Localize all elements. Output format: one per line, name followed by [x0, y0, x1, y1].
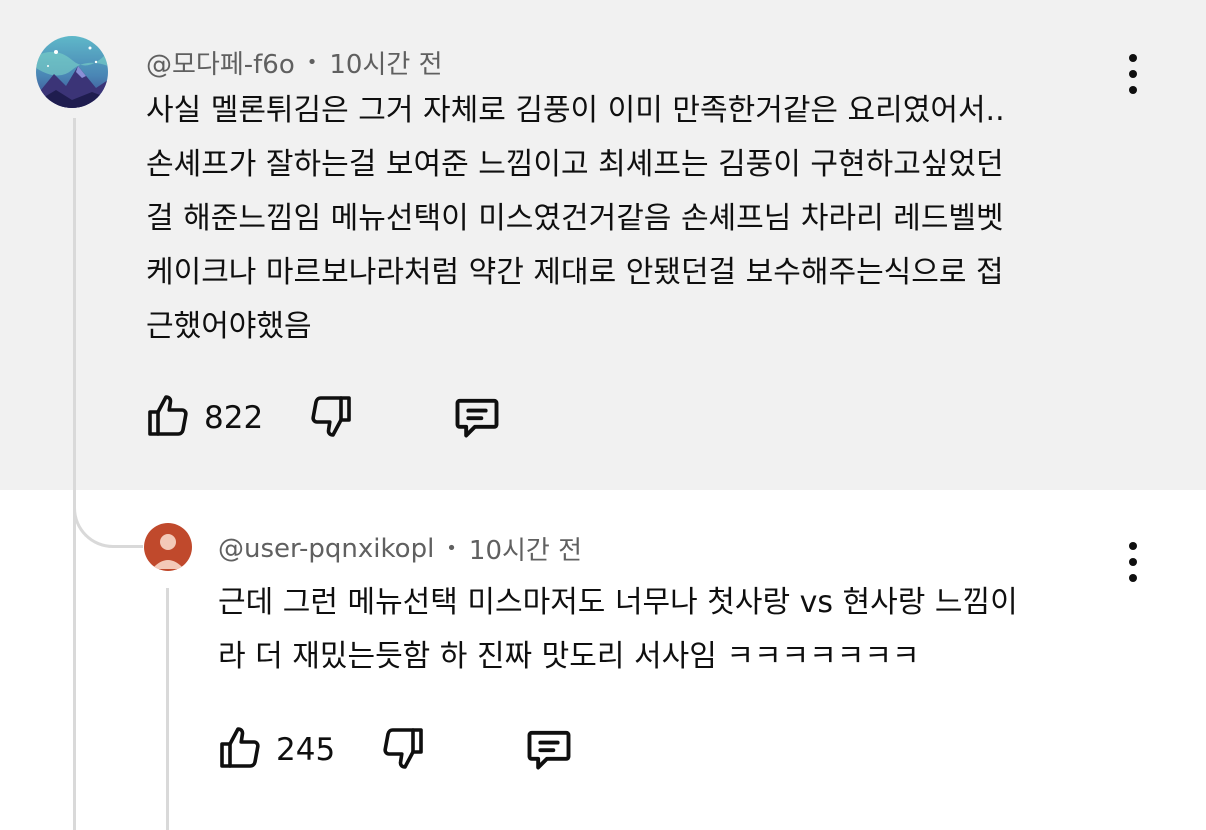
reply-line: 근데 그런 메뉴선택 미스마저도 너무나 첫사랑 vs 현사랑 느낌이 — [218, 585, 1018, 620]
comment-icon — [527, 730, 571, 770]
like-button[interactable] — [144, 392, 192, 444]
comment-icon — [455, 398, 499, 438]
thumbs-down-icon — [383, 728, 423, 769]
thread-connector — [73, 470, 143, 548]
like-count: 245 — [276, 732, 336, 768]
like-count: 822 — [204, 400, 264, 436]
meta-separator: • — [306, 52, 318, 73]
reply-actions: 245 — [216, 722, 575, 778]
comment-text: 사실 멜론튀김은 그거 자체로 김풍이 이미 만족한거같은 요리였어서.. 손셰… — [146, 84, 1005, 354]
comment-meta: @모다페-f6o • 10시간 전 — [146, 44, 442, 81]
reply-thread-line — [166, 588, 169, 830]
more-options-button[interactable] — [1126, 542, 1140, 582]
more-dot-icon — [1129, 86, 1137, 94]
dislike-button[interactable] — [379, 724, 427, 776]
comment-time[interactable]: 10시간 전 — [329, 44, 442, 81]
galaxy-mountain-icon — [36, 36, 108, 108]
comment-line: 사실 멜론튀김은 그거 자체로 김풍이 이미 만족한거같은 요리였어서.. — [146, 93, 1005, 128]
dislike-button[interactable] — [307, 392, 355, 444]
reply-button[interactable] — [451, 390, 503, 446]
comment-line: 걸 해준느낌임 메뉴선택이 미스였건거같음 손셰프님 차라리 레드벨벳 — [146, 201, 1004, 236]
reply-line: 라 더 재밌는듯함 하 진짜 맛도리 서사임 ㅋㅋㅋㅋㅋㅋㅋ — [218, 639, 920, 674]
thumbs-up-icon — [220, 727, 260, 768]
thumbs-down-icon — [311, 396, 351, 437]
more-dot-icon — [1129, 574, 1137, 582]
reply-text: 근데 그런 메뉴선택 미스마저도 너무나 첫사랑 vs 현사랑 느낌이 라 더 … — [218, 576, 1018, 684]
avatar[interactable] — [144, 523, 192, 571]
more-dot-icon — [1129, 54, 1137, 62]
like-button[interactable] — [216, 724, 264, 776]
more-dot-icon — [1129, 542, 1137, 550]
comment-line: 근했어야했음 — [146, 309, 312, 344]
reply-button[interactable] — [523, 722, 575, 778]
reply-meta: @user-pqnxikopl • 10시간 전 — [218, 530, 582, 567]
reply-author[interactable]: @user-pqnxikopl — [218, 534, 434, 564]
meta-separator: • — [446, 538, 457, 559]
more-options-button[interactable] — [1126, 54, 1140, 94]
more-dot-icon — [1129, 70, 1137, 78]
comment-line: 손셰프가 잘하는걸 보여준 느낌이고 최셰프는 김풍이 구현하고싶었던 — [146, 147, 1004, 182]
person-icon — [144, 523, 192, 571]
avatar[interactable] — [36, 36, 108, 108]
thumbs-up-icon — [148, 395, 188, 436]
more-dot-icon — [1129, 558, 1137, 566]
comment-actions: 822 — [144, 390, 503, 446]
comment-line: 케이크나 마르보나라처럼 약간 제대로 안됐던걸 보수해주는식으로 접 — [146, 255, 1004, 290]
comment-author[interactable]: @모다페-f6o — [146, 44, 295, 81]
reply-time[interactable]: 10시간 전 — [469, 530, 582, 567]
